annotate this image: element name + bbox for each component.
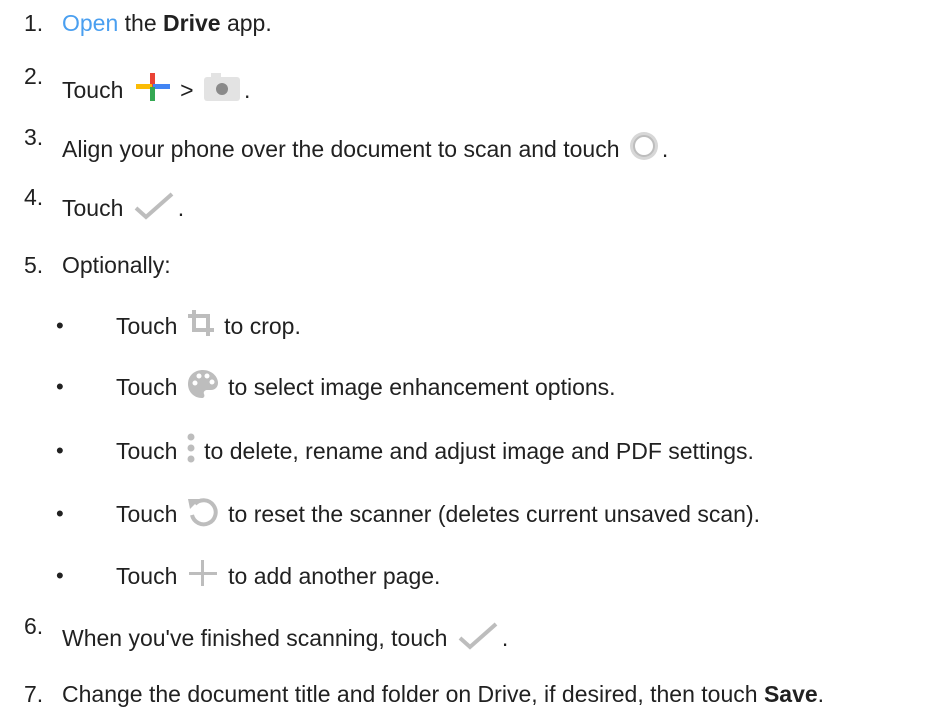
add-page-icon bbox=[186, 557, 220, 595]
checkmark-icon bbox=[456, 620, 500, 656]
step-text: Change the document title and folder on … bbox=[62, 680, 764, 707]
step-text: to crop. bbox=[217, 312, 301, 339]
step-text: . bbox=[243, 76, 251, 103]
step-text: > bbox=[173, 76, 200, 103]
reset-icon bbox=[186, 495, 220, 533]
step-number: 1. bbox=[24, 9, 44, 36]
step-text: Touch bbox=[116, 437, 184, 464]
crop-icon bbox=[186, 308, 216, 344]
step-text: Touch bbox=[62, 194, 130, 221]
step-text: Align your phone over the document to sc… bbox=[62, 135, 626, 162]
bullet: • bbox=[56, 563, 64, 588]
bullet: • bbox=[56, 313, 64, 338]
open-link[interactable]: Open bbox=[62, 10, 118, 37]
step-number: 3. bbox=[24, 124, 44, 150]
step-text: . bbox=[661, 135, 669, 162]
step-text: to add another page. bbox=[221, 562, 441, 589]
checkmark-icon bbox=[132, 190, 176, 226]
step-number: 6. bbox=[24, 613, 44, 639]
camera-icon bbox=[202, 71, 242, 109]
step-number: 5. bbox=[24, 251, 44, 278]
google-plus-icon bbox=[132, 71, 172, 109]
step-text: app. bbox=[220, 9, 272, 36]
step-number: 4. bbox=[24, 184, 44, 210]
step-text: . bbox=[177, 194, 185, 221]
shutter-button-icon bbox=[628, 130, 660, 168]
step-text: When you've finished scanning, touch bbox=[62, 624, 454, 651]
step-text: Touch bbox=[62, 76, 130, 103]
step-text: . bbox=[817, 680, 825, 707]
step-text: Touch bbox=[116, 312, 184, 339]
step-text: Touch bbox=[116, 373, 184, 400]
step-text: to select image enhancement options. bbox=[221, 373, 616, 400]
bullet: • bbox=[56, 374, 64, 399]
step-text: Touch bbox=[116, 562, 184, 589]
bullet: • bbox=[56, 501, 64, 526]
save-label: Save bbox=[763, 680, 818, 707]
step-text: . bbox=[501, 624, 509, 651]
step-text: Optionally: bbox=[62, 251, 171, 278]
step-number: 7. bbox=[24, 680, 44, 707]
step-text: the bbox=[118, 9, 164, 36]
drive-app-name: Drive bbox=[163, 9, 221, 36]
step-text: to delete, rename and adjust image and P… bbox=[197, 437, 754, 464]
step-number: 2. bbox=[24, 63, 44, 89]
bullet: • bbox=[56, 438, 64, 463]
more-vert-icon bbox=[186, 432, 196, 470]
palette-icon bbox=[186, 368, 220, 406]
step-text: to reset the scanner (deletes current un… bbox=[221, 500, 760, 527]
step-text: Touch bbox=[116, 500, 184, 527]
